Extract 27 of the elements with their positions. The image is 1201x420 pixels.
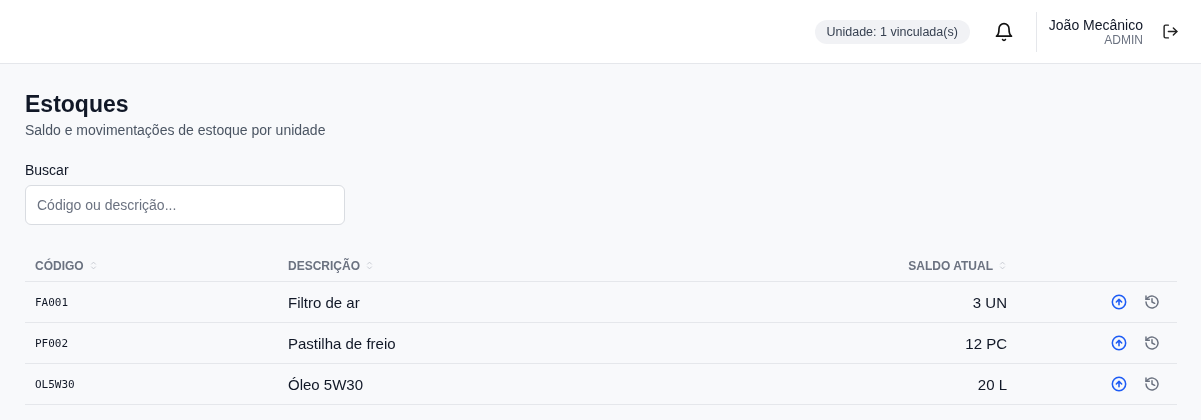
item-description: Óleo 5W30 (288, 375, 364, 393)
column-header[interactable]: CÓDIGO (35, 258, 84, 273)
history-icon[interactable] (1144, 376, 1160, 392)
arrow-up-circle-icon[interactable] (1111, 335, 1127, 351)
arrow-up-circle-icon[interactable] (1111, 376, 1127, 392)
column-header[interactable]: SALDO ATUAL (908, 258, 993, 273)
history-icon[interactable] (1144, 294, 1160, 310)
item-description: Filtro de ar (288, 293, 360, 311)
bell-icon[interactable] (993, 21, 1014, 42)
item-code: OL5W30 (35, 377, 75, 391)
item-balance: 12 PC (965, 334, 1007, 352)
item-description: Pastilha de freio (288, 334, 396, 352)
item-code: FA001 (35, 295, 69, 309)
page-subtitle: Saldo e movimentações de estoque por unidade (25, 122, 327, 138)
page-title: Estoques (25, 90, 130, 118)
column-header[interactable]: DESCRIÇÃO (288, 258, 360, 273)
search-field[interactable]: Código ou descrição... (25, 185, 345, 225)
item-balance: 3 UN (972, 293, 1007, 311)
user-name: João Mecânico (1048, 16, 1143, 33)
history-icon[interactable] (1144, 335, 1160, 351)
user-role: ADMIN (1104, 32, 1143, 47)
unit-badge: Unidade: 1 vinculada(s) (814, 19, 970, 44)
arrow-up-circle-icon[interactable] (1111, 294, 1127, 310)
search-label: Buscar (25, 162, 70, 178)
logout-icon[interactable] (1162, 23, 1179, 40)
item-code: PF002 (35, 336, 69, 350)
item-balance: 20 L (977, 375, 1007, 393)
